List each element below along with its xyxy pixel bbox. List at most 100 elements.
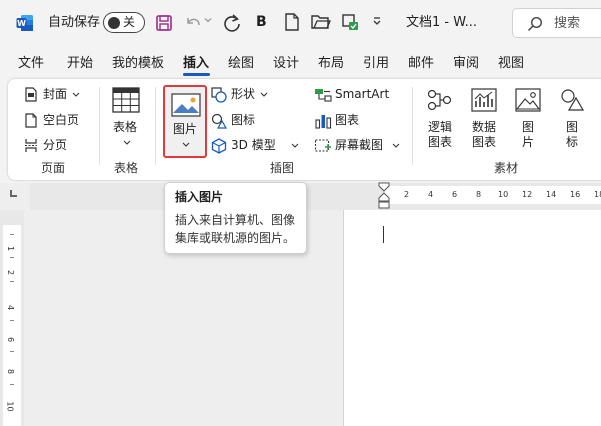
3d-models-button[interactable]: 3D 模型 xyxy=(211,138,299,154)
tab-mailings[interactable]: 邮件 xyxy=(408,55,434,72)
data-chart-icon xyxy=(471,88,497,112)
smartart-icon xyxy=(314,87,332,103)
logic-chart-button[interactable]: 逻辑 图表 xyxy=(422,87,458,155)
indent-marker-icon[interactable] xyxy=(377,182,391,209)
print-preview-icon[interactable] xyxy=(340,12,360,32)
tab-review[interactable]: 审阅 xyxy=(453,55,479,72)
picture-icon xyxy=(171,93,201,117)
blank-page-label: 空白页 xyxy=(43,113,80,127)
search-box[interactable]: 搜索 xyxy=(512,8,601,38)
icons-label: 图标 xyxy=(231,113,256,127)
ruler-number: 12 xyxy=(522,190,533,199)
tab-view[interactable]: 视图 xyxy=(498,55,524,72)
ruler-number: 4 xyxy=(428,190,434,199)
ruler-number: 18 xyxy=(594,190,601,199)
screenshot-label: 屏幕截图 xyxy=(335,138,384,152)
stock-icon-icon xyxy=(559,88,585,112)
table-label: 表格 xyxy=(113,120,138,134)
stock-picture-icon xyxy=(515,88,541,112)
shapes-icon xyxy=(211,87,227,103)
icons-icon xyxy=(211,113,227,129)
logic-chart-label-2: 图表 xyxy=(428,135,453,149)
ruler-text-area xyxy=(384,186,601,204)
blank-page-icon xyxy=(24,113,38,128)
tab-insert[interactable]: 插入 xyxy=(183,55,209,72)
ribbon-panel: 封面 空白页 分页 页面 表格 表格 图片 形状 图标 3D 模型 SmartA… xyxy=(8,79,601,180)
undo-dropdown-icon[interactable] xyxy=(204,16,212,24)
search-label: 搜索 xyxy=(554,16,581,31)
illustrations-group-label: 插图 xyxy=(270,161,295,175)
customize-toolbar-icon[interactable] xyxy=(372,17,382,27)
ruler-tick xyxy=(10,234,14,235)
blank-page-button[interactable]: 空白页 xyxy=(24,113,79,128)
ruler-number: 1 xyxy=(6,245,16,252)
tab-design[interactable]: 设计 xyxy=(273,55,299,72)
ruler-number: 14 xyxy=(546,190,557,199)
insert-picture-tooltip: 插入图片 插入来自计算机、图像集库或联机源的图片。 xyxy=(164,182,307,254)
ruler-number: 2 xyxy=(404,190,410,199)
ruler-number: 8 xyxy=(6,368,16,375)
title-bar: W 自动保存 关 B 文档1 - W... 搜索 xyxy=(0,0,601,46)
stock-icon-label-2: 标 xyxy=(566,135,579,149)
tab-stop-selector[interactable] xyxy=(10,190,17,197)
text-cursor xyxy=(383,226,384,243)
tab-layout[interactable]: 布局 xyxy=(318,55,344,72)
ruler-number: 6 xyxy=(6,336,16,343)
ruler-number: 2 xyxy=(6,269,16,276)
ruler-number: 4 xyxy=(6,304,16,311)
stock-icon-button[interactable]: 图 标 xyxy=(556,87,588,155)
horizontal-ruler[interactable]: 2 4 6 8 10 12 14 16 18 xyxy=(30,182,601,210)
active-tab-indicator xyxy=(183,73,210,76)
picture-dropdown-icon xyxy=(182,142,190,148)
bold-icon[interactable]: B xyxy=(256,13,267,31)
picture-label: 图片 xyxy=(173,122,198,136)
data-chart-label-2: 图表 xyxy=(472,135,497,149)
table-group-label: 表格 xyxy=(114,161,139,175)
pages-group-label: 页面 xyxy=(41,161,66,175)
vertical-ruler[interactable]: 1 2 4 6 8 10 xyxy=(0,210,24,426)
ruler-tick xyxy=(10,281,14,282)
smartart-button[interactable]: SmartArt xyxy=(314,87,389,102)
page-break-button[interactable]: 分页 xyxy=(24,138,67,153)
screenshot-dropdown-icon xyxy=(392,143,400,149)
shapes-button[interactable]: 形状 xyxy=(211,87,268,103)
tab-file[interactable]: 文件 xyxy=(18,55,44,72)
cover-page-icon xyxy=(24,87,38,102)
new-document-icon[interactable] xyxy=(284,12,300,32)
icons-button[interactable]: 图标 xyxy=(211,113,256,129)
group-divider xyxy=(99,87,100,165)
word-logo-icon: W xyxy=(16,14,34,32)
table-dropdown-icon xyxy=(123,140,131,146)
ruler-tick xyxy=(10,320,14,321)
logic-chart-label-1: 逻辑 xyxy=(428,120,453,134)
tooltip-title: 插入图片 xyxy=(175,190,224,204)
screenshot-button[interactable]: 屏幕截图 xyxy=(314,138,400,153)
chart-label: 图表 xyxy=(335,113,360,127)
page-break-label: 分页 xyxy=(43,138,68,152)
data-chart-label-1: 数据 xyxy=(472,120,497,134)
open-folder-icon[interactable] xyxy=(311,14,331,30)
chart-icon xyxy=(314,113,332,129)
autosave-toggle[interactable]: 关 xyxy=(103,12,145,33)
stock-picture-label-1: 图 xyxy=(522,120,535,134)
document-page[interactable] xyxy=(343,210,601,426)
tab-home[interactable]: 开始 xyxy=(67,55,93,72)
materials-group-label: 素材 xyxy=(494,161,519,175)
stock-picture-button[interactable]: 图 片 xyxy=(512,87,544,155)
cube-icon xyxy=(211,138,227,154)
cover-page-button[interactable]: 封面 xyxy=(24,87,80,102)
shapes-dropdown-icon xyxy=(260,92,268,98)
shapes-label: 形状 xyxy=(231,87,256,101)
chart-button[interactable]: 图表 xyxy=(314,113,360,129)
data-chart-button[interactable]: 数据 图表 xyxy=(466,87,502,155)
redo-icon[interactable] xyxy=(222,13,242,33)
tab-my-templates[interactable]: 我的模板 xyxy=(112,55,164,72)
table-button[interactable]: 表格 xyxy=(106,85,148,151)
tab-draw[interactable]: 绘图 xyxy=(228,55,254,72)
stock-picture-label-2: 片 xyxy=(522,135,535,149)
logic-chart-icon xyxy=(427,88,453,112)
undo-icon[interactable] xyxy=(184,14,204,32)
insert-picture-button[interactable]: 图片 xyxy=(163,85,207,158)
tab-references[interactable]: 引用 xyxy=(363,55,389,72)
save-icon[interactable] xyxy=(155,14,173,32)
